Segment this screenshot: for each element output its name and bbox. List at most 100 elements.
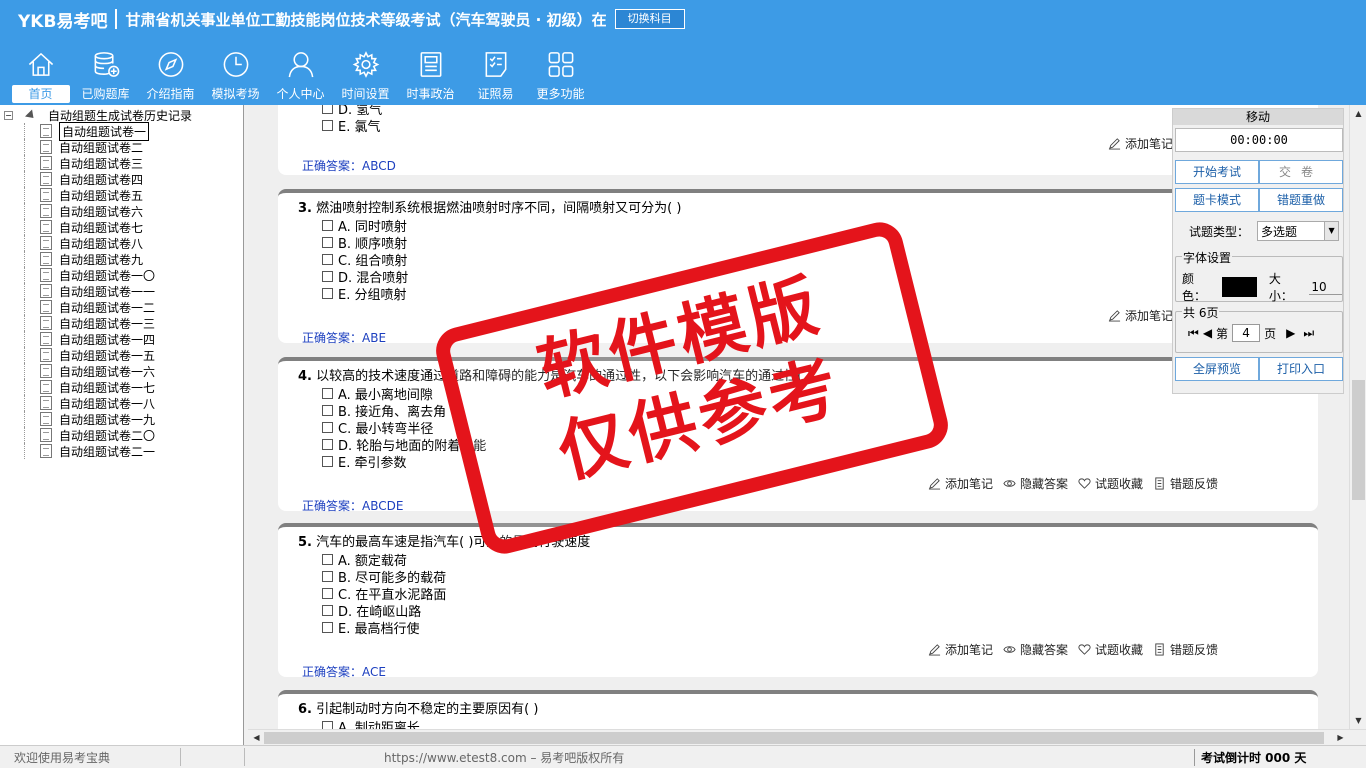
tree-item[interactable]: 自动组题试卷一一 — [0, 283, 243, 299]
first-page-icon[interactable]: ⏮ — [1188, 326, 1199, 341]
scroll-down-icon[interactable]: ▼ — [1350, 712, 1366, 729]
option[interactable]: B. 尽可能多的载荷 — [322, 568, 446, 586]
checkbox[interactable] — [322, 588, 333, 599]
report-error-button[interactable]: 错题反馈 — [1153, 641, 1218, 658]
card-mode-button[interactable]: 题卡模式 — [1175, 188, 1259, 212]
checkbox[interactable] — [322, 622, 333, 633]
checkbox[interactable] — [322, 405, 333, 416]
checkbox[interactable] — [322, 254, 333, 265]
add-note-button[interactable]: 添加笔记 — [1108, 307, 1173, 324]
tree-item[interactable]: 自动组题试卷二一 — [0, 443, 243, 459]
checkbox[interactable] — [322, 120, 333, 131]
submit-button[interactable]: 交卷 — [1259, 160, 1343, 184]
option[interactable]: C. 在平直水泥路面 — [322, 585, 446, 603]
nav-mock-exam[interactable]: 模拟考场 — [203, 48, 268, 103]
option[interactable]: D. 混合喷射 — [322, 268, 408, 286]
option[interactable]: A. 额定载荷 — [322, 551, 407, 569]
checkbox[interactable] — [322, 439, 333, 450]
option[interactable]: C. 最小转弯半径 — [322, 419, 433, 437]
checkbox[interactable] — [322, 605, 333, 616]
option[interactable]: E. 牵引参数 — [322, 453, 406, 471]
nav-purchased[interactable]: 已购题库 — [73, 48, 138, 103]
checkbox[interactable] — [322, 288, 333, 299]
option[interactable]: A. 同时喷射 — [322, 217, 407, 235]
switch-subject-button[interactable]: 切换科目 — [614, 9, 685, 29]
tree-item[interactable]: 自动组题试卷一九 — [0, 411, 243, 427]
nav-certificate[interactable]: 证照易 — [463, 48, 528, 103]
option[interactable]: B. 顺序喷射 — [322, 234, 407, 252]
redo-wrong-button[interactable]: 错题重做 — [1259, 188, 1343, 212]
page-number-input[interactable]: 4 — [1232, 324, 1261, 342]
checkbox[interactable] — [322, 105, 333, 114]
tree-item[interactable]: 自动组题试卷四 — [0, 171, 243, 187]
tree-item[interactable]: 自动组题试卷五 — [0, 187, 243, 203]
tree-item[interactable]: 自动组题试卷一六 — [0, 363, 243, 379]
tree-item[interactable]: 自动组题试卷二 — [0, 139, 243, 155]
add-note-button[interactable]: 添加笔记 — [1108, 135, 1173, 152]
tree-item[interactable]: 自动组题试卷二〇 — [0, 427, 243, 443]
option[interactable]: E. 分组喷射 — [322, 285, 406, 303]
tree-item[interactable]: 自动组题试卷一四 — [0, 331, 243, 347]
tree-item[interactable]: 自动组题试卷九 — [0, 251, 243, 267]
scroll-thumb[interactable] — [264, 732, 1324, 744]
next-page-icon[interactable]: ▶ — [1286, 326, 1295, 340]
nav-time-settings[interactable]: 时间设置 — [333, 48, 398, 103]
collapse-icon[interactable]: − — [4, 110, 13, 120]
favorite-button[interactable]: 试题收藏 — [1078, 475, 1143, 492]
tree-item[interactable]: 自动组题试卷一 — [0, 121, 243, 141]
tree-item[interactable]: 自动组题试卷一二 — [0, 299, 243, 315]
option[interactable]: C. 组合喷射 — [322, 251, 407, 269]
tree-item[interactable]: 自动组题试卷一八 — [0, 395, 243, 411]
hide-answer-button[interactable]: 隐藏答案 — [1003, 475, 1068, 492]
font-color-swatch[interactable] — [1222, 277, 1257, 297]
prev-page-icon[interactable]: ◀ — [1203, 326, 1212, 340]
tree-item[interactable]: 自动组题试卷一七 — [0, 379, 243, 395]
checkbox[interactable] — [322, 220, 333, 231]
fullscreen-preview-button[interactable]: 全屏预览 — [1175, 357, 1259, 381]
tree-item[interactable]: 自动组题试卷一三 — [0, 315, 243, 331]
checkbox[interactable] — [322, 271, 333, 282]
option[interactable]: E. 氯气 — [322, 117, 380, 135]
nav-current-affairs[interactable]: 时事政治 — [398, 48, 463, 103]
scroll-right-icon[interactable]: ▶ — [1332, 729, 1349, 746]
chevron-down-icon[interactable]: ▼ — [1324, 222, 1339, 240]
checkbox[interactable] — [322, 422, 333, 433]
tree-item[interactable]: 自动组题试卷八 — [0, 235, 243, 251]
checkbox[interactable] — [322, 571, 333, 582]
report-error-button[interactable]: 错题反馈 — [1153, 475, 1218, 492]
horizontal-scrollbar[interactable]: ◀ ▶ — [248, 729, 1366, 745]
add-note-button[interactable]: 添加笔记 — [928, 641, 993, 658]
panel-move-handle[interactable]: 移动 — [1173, 109, 1343, 125]
favorite-button[interactable]: 试题收藏 — [1078, 641, 1143, 658]
nav-guide[interactable]: 介绍指南 — [138, 48, 203, 103]
checkbox[interactable] — [322, 388, 333, 399]
option[interactable]: A. 最小离地间隙 — [322, 385, 433, 403]
option[interactable]: A. 制动距离长 — [322, 718, 420, 729]
hide-answer-button[interactable]: 隐藏答案 — [1003, 641, 1068, 658]
checkbox[interactable] — [322, 456, 333, 467]
vertical-scrollbar[interactable]: ▲ ▼ — [1349, 105, 1366, 729]
tree-item[interactable]: 自动组题试卷七 — [0, 219, 243, 235]
add-note-button[interactable]: 添加笔记 — [928, 475, 993, 492]
tree-item[interactable]: 自动组题试卷一〇 — [0, 267, 243, 283]
nav-home[interactable]: 首页 — [8, 48, 73, 103]
start-exam-button[interactable]: 开始考试 — [1175, 160, 1259, 184]
tree-item[interactable]: 自动组题试卷三 — [0, 155, 243, 171]
nav-more[interactable]: 更多功能 — [528, 48, 593, 103]
option[interactable]: B. 接近角、离去角 — [322, 402, 446, 420]
font-size-field[interactable]: 10 — [1309, 280, 1343, 295]
checkbox[interactable] — [322, 721, 333, 729]
scroll-left-icon[interactable]: ◀ — [248, 729, 265, 746]
scroll-thumb[interactable] — [1352, 380, 1365, 500]
checkbox[interactable] — [322, 237, 333, 248]
nav-profile[interactable]: 个人中心 — [268, 48, 333, 103]
question-type-select[interactable]: 多选题 ▼ — [1257, 221, 1340, 241]
option[interactable]: D. 在崎岖山路 — [322, 602, 421, 620]
option[interactable]: E. 最高档行使 — [322, 619, 419, 637]
checkbox[interactable] — [322, 554, 333, 565]
last-page-icon[interactable]: ⏭ — [1303, 326, 1314, 341]
tree-item[interactable]: 自动组题试卷一五 — [0, 347, 243, 363]
scroll-up-icon[interactable]: ▲ — [1350, 105, 1366, 122]
print-button[interactable]: 打印入口 — [1259, 357, 1343, 381]
tree-item[interactable]: 自动组题试卷六 — [0, 203, 243, 219]
